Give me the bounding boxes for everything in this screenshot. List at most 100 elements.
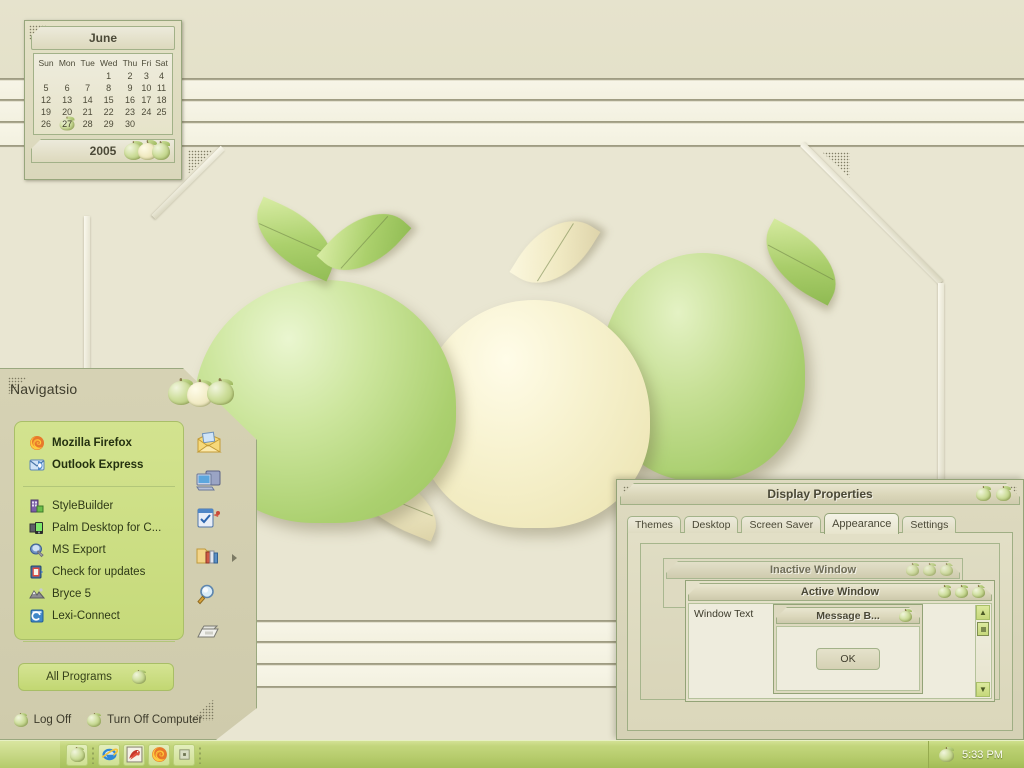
scroll-up-arrow-icon[interactable]: ▲ (976, 605, 990, 620)
tab-desktop[interactable]: Desktop (683, 516, 739, 533)
taskbar-clock[interactable]: 5:33 PM (962, 749, 1003, 761)
start-menu-item-palm-desktop[interactable]: Palm Desktop for C... (23, 517, 175, 539)
calendar-day-cell[interactable]: 25 (153, 106, 170, 118)
start-menu-item-firefox[interactable]: Mozilla Firefox (23, 432, 175, 454)
start-menu-right-panel (196, 429, 248, 657)
calendar-day-cell[interactable]: 30 (120, 118, 139, 130)
dragon-app-icon[interactable] (123, 743, 145, 766)
log-off-button[interactable]: Log Off (13, 712, 71, 728)
quick-launch-grip[interactable] (91, 745, 95, 764)
my-computer-icon (196, 469, 222, 498)
all-programs-button[interactable]: All Programs (18, 663, 174, 691)
calendar-day-cell[interactable]: 7 (78, 82, 97, 94)
calendar-day-cell[interactable]: 24 (140, 106, 153, 118)
calendar-day-cell[interactable]: 2 (120, 70, 139, 82)
preview-close-icon (940, 563, 953, 577)
tab-appearance[interactable]: Appearance (824, 513, 900, 534)
quick-launch-grip-2[interactable] (198, 745, 202, 764)
log-off-apple-icon (13, 712, 28, 728)
calendar-table: Sun Mon Tue Wed Thu Fri Sat 1 2 3 4 5 6 7 8 9 10 1… (36, 57, 170, 131)
scroll-down-arrow-icon[interactable]: ▼ (976, 682, 990, 697)
show-desktop-apple-icon[interactable] (66, 743, 88, 766)
calendar-day-cell[interactable]: 3 (140, 70, 153, 82)
calendar-day-cell[interactable]: 16 (120, 94, 139, 106)
calendar-day-cell[interactable]: 22 (97, 106, 120, 118)
preview-minimize-icon (906, 563, 919, 577)
leaf-vein (340, 215, 389, 269)
appearance-preview-pane[interactable]: Inactive Window Active Window Window Tex… (640, 543, 1000, 702)
display-properties-titlebar[interactable]: Display Properties (620, 483, 1020, 505)
calendar-day-cell[interactable]: 27 (56, 116, 78, 131)
calendar-day-cell[interactable]: 1 (97, 70, 120, 82)
start-menu-item-bryce[interactable]: Bryce 5 (23, 583, 175, 605)
apple-tray-icon[interactable] (939, 746, 954, 763)
display-properties-title: Display Properties (767, 487, 873, 501)
calendar-day-cell[interactable]: 17 (140, 94, 153, 106)
calendar-day-cell[interactable]: 8 (97, 82, 120, 94)
desktop[interactable]: June Sun Mon Tue Wed Thu Fri Sat 1234567… (0, 0, 1024, 768)
calendar-day-cell[interactable]: 11 (153, 82, 170, 94)
calendar-day-cell[interactable]: 18 (153, 94, 170, 106)
calendar-grid[interactable]: Sun Mon Tue Wed Thu Fri Sat 1 2 3 4 5 6 7 8 9 10 1… (33, 53, 173, 135)
start-menu-search-button[interactable] (196, 581, 234, 613)
start-menu-divider-top (23, 486, 175, 487)
media-player-icon[interactable] (173, 743, 195, 766)
display-properties-tabstrip[interactable]: Themes Desktop Screen Saver Appearance S… (627, 513, 1013, 534)
calendar-day-cell[interactable]: 12 (36, 94, 56, 106)
calendar-day-cell[interactable]: 26 (36, 118, 56, 130)
start-menu-item-check-for-updates[interactable]: Check for updates (23, 561, 175, 583)
display-properties-window[interactable]: Display Properties Themes Desktop Screen… (616, 479, 1024, 740)
quick-launch-bar[interactable] (60, 741, 202, 768)
preview-scrollbar[interactable]: ▲ ▼ (975, 605, 990, 697)
calendar-day-cell[interactable]: 21 (78, 106, 97, 118)
system-tray[interactable]: 5:33 PM (928, 741, 1024, 768)
calendar-day-cell[interactable]: 19 (36, 106, 56, 118)
start-menu-item-lexi-connect[interactable]: Lexi-Connect (23, 605, 175, 627)
calendar-day-cell[interactable]: 4 (153, 70, 170, 82)
tab-screen-saver[interactable]: Screen Saver (741, 516, 822, 533)
preview-inactive-title: Inactive Window (769, 564, 857, 576)
start-menu-my-computer-button[interactable] (196, 467, 234, 499)
calendar-day-cell[interactable]: 10 (140, 82, 153, 94)
scrollbar-thumb[interactable] (977, 622, 989, 636)
start-menu-help-and-support-button[interactable] (196, 543, 237, 575)
start-menu-username: Navigatsio (10, 381, 78, 397)
tab-themes[interactable]: Themes (627, 516, 681, 533)
firefox-icon[interactable] (148, 743, 170, 766)
calendar-day-cell[interactable]: 13 (56, 94, 78, 106)
start-button[interactable] (0, 740, 60, 768)
start-menu-run-button[interactable] (196, 619, 234, 651)
calendar-day-cell[interactable]: 15 (97, 94, 120, 106)
preview-close-icon (972, 585, 985, 599)
start-menu-item-outlook-express[interactable]: Outlook Express (23, 454, 175, 476)
calendar-day-cell[interactable]: 5 (36, 82, 56, 94)
taskbar[interactable]: 5:33 PM (0, 740, 1024, 768)
close-apple-button[interactable] (996, 486, 1011, 502)
calendar-day-cell[interactable]: 23 (120, 106, 139, 118)
start-menu-item-stylebuilder[interactable]: StyleBuilder (23, 495, 175, 517)
lexi-connect-icon (29, 608, 45, 624)
calendar-gadget[interactable]: June Sun Mon Tue Wed Thu Fri Sat 1234567… (24, 20, 182, 180)
calendar-day-cell[interactable]: 29 (97, 118, 120, 130)
calendar-day-cell[interactable]: 6 (56, 82, 78, 94)
start-menu[interactable]: Navigatsio Mozilla Firefox Outlook Expre… (0, 368, 257, 740)
preview-minimize-icon (938, 585, 951, 599)
tab-settings[interactable]: Settings (902, 516, 957, 533)
calendar-day-cell[interactable]: 28 (78, 118, 97, 130)
calendar-week-row: 12 13 14 15 16 17 18 (36, 94, 170, 106)
calendar-week-row: 19 20 21 22 23 24 25 (36, 106, 170, 118)
internet-explorer-icon[interactable] (98, 743, 120, 766)
start-menu-item-label: MS Export (52, 544, 106, 556)
preview-window-text: Window Text (694, 608, 754, 620)
start-menu-control-panel-button[interactable] (196, 505, 234, 537)
turn-off-computer-button[interactable]: Turn Off Computer (87, 712, 202, 728)
minimize-apple-button[interactable] (976, 486, 991, 502)
calendar-day-cell[interactable]: 9 (120, 82, 139, 94)
preview-ok-button[interactable]: OK (816, 647, 880, 670)
calendar-day-cell[interactable]: 14 (78, 94, 97, 106)
search-icon (196, 583, 222, 612)
preview-message-box-client: OK (776, 626, 920, 691)
start-menu-item-ms-export[interactable]: MS Export (23, 539, 175, 561)
start-menu-mail-button[interactable] (196, 429, 234, 461)
ms-export-icon (29, 542, 45, 558)
